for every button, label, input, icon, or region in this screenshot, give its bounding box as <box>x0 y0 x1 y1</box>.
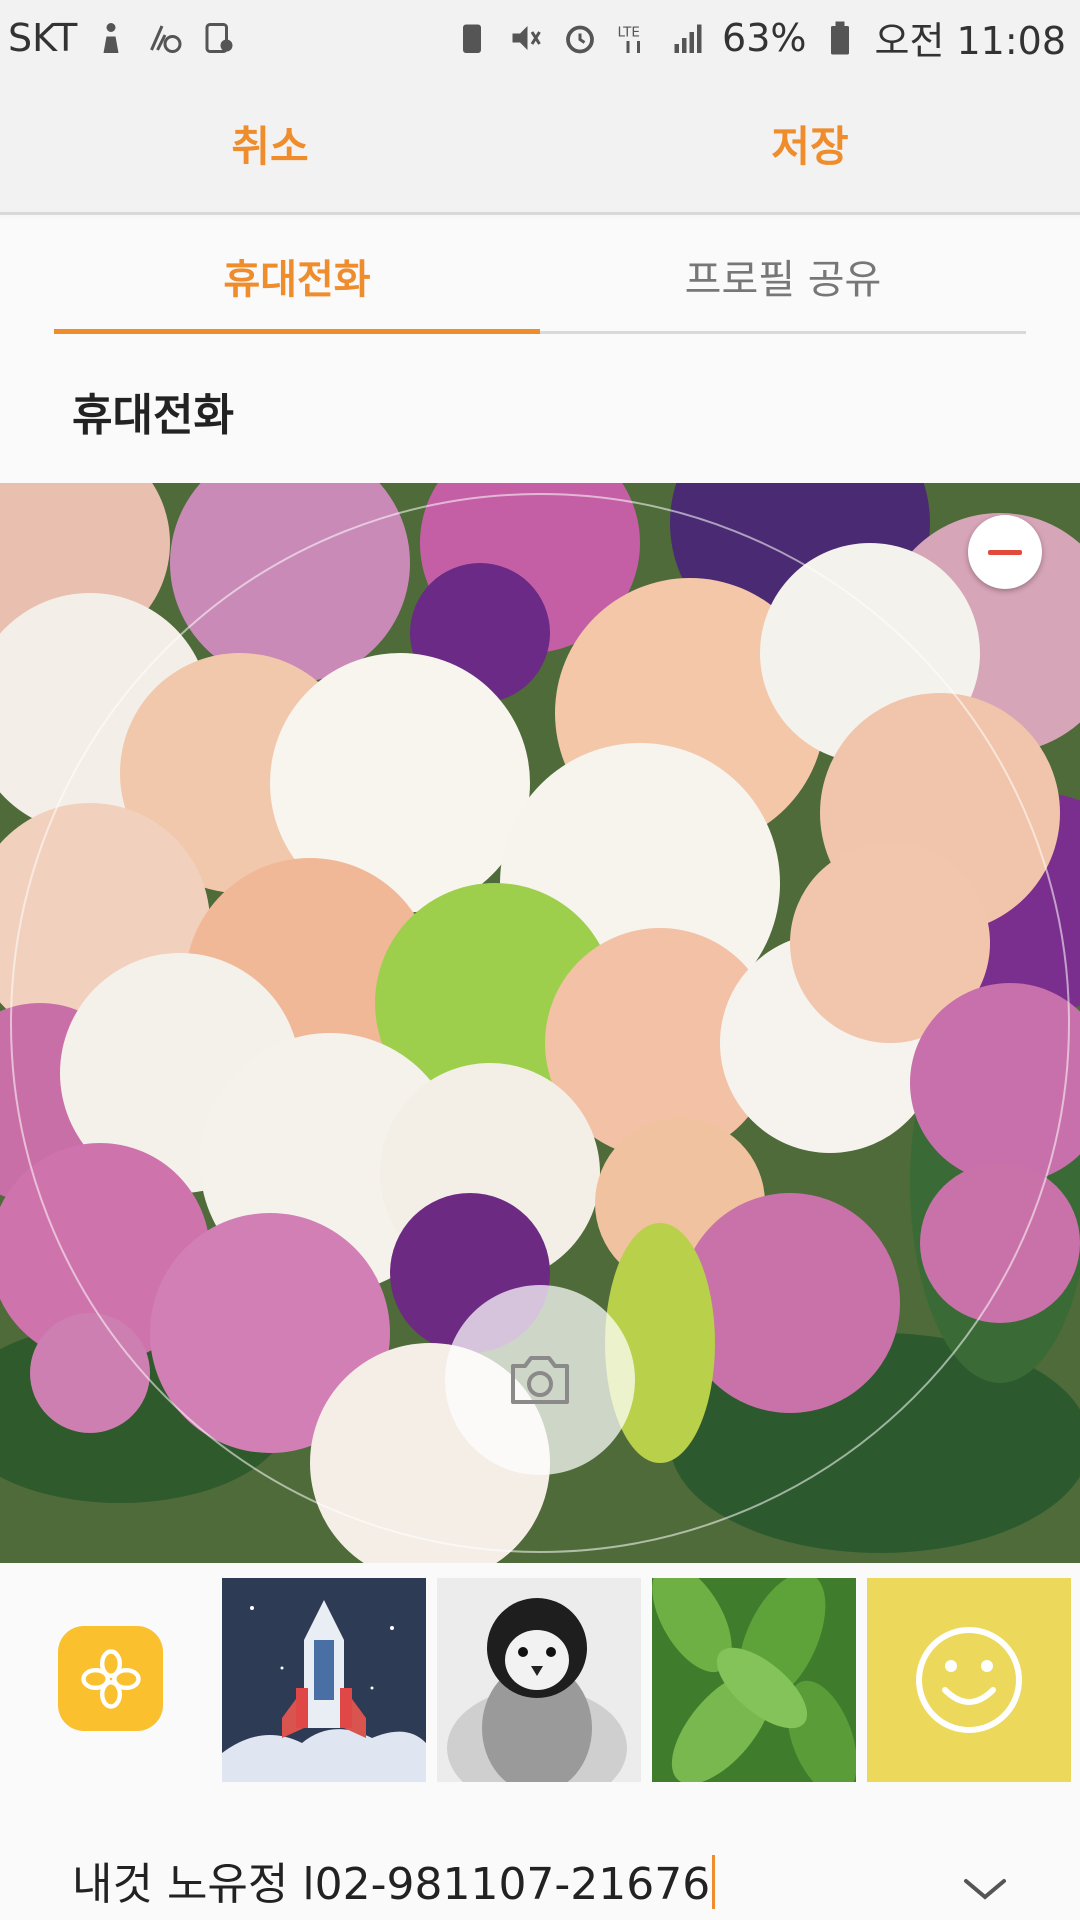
signal-icon <box>668 18 708 58</box>
photo-picker <box>0 1563 1080 1788</box>
text-cursor <box>712 1855 716 1909</box>
save-button[interactable]: 저장 <box>540 75 1080 212</box>
camera-button[interactable] <box>445 1285 635 1475</box>
leaves-image[interactable] <box>652 1578 856 1782</box>
remove-photo-button[interactable] <box>968 515 1042 589</box>
silhouette-icon <box>91 18 131 58</box>
wifi-call-icon <box>145 18 185 58</box>
section-title: 휴대전화 <box>0 338 1080 483</box>
name-input-value[interactable]: 내것 노유정 l02-981107-21676 <box>72 1848 716 1912</box>
rocket-image[interactable] <box>222 1578 426 1782</box>
alarm-icon <box>560 18 600 58</box>
penguin-image[interactable] <box>437 1578 641 1782</box>
action-bar: 취소 저장 <box>0 75 1080 215</box>
battery-save-icon <box>452 18 492 58</box>
clock: 오전 11:08 <box>874 19 1066 63</box>
minus-icon <box>988 549 1022 555</box>
contact-photo[interactable] <box>0 483 1080 1563</box>
cancel-button[interactable]: 취소 <box>0 75 540 212</box>
gallery-app-icon[interactable] <box>58 1626 163 1731</box>
carrier-label: SKT <box>8 15 78 60</box>
battery-icon <box>820 18 860 58</box>
tab-phone[interactable]: 휴대전화 <box>54 218 540 333</box>
battery-percent: 63% <box>722 15 807 60</box>
smiley-image[interactable] <box>867 1578 1071 1782</box>
svg-text:LTE: LTE <box>618 24 640 40</box>
chevron-down-icon[interactable] <box>960 1873 1010 1903</box>
name-field[interactable]: 내것 노유정 l02-981107-21676 <box>0 1788 1080 1920</box>
tab-bar: 휴대전화 프로필 공유 <box>0 218 1080 338</box>
mute-icon <box>506 18 546 58</box>
phone-icon <box>199 18 239 58</box>
tab-indicator <box>54 329 540 334</box>
status-bar: SKT LTE 63% 오전 11:08 <box>0 0 1080 75</box>
lte-icon: LTE <box>614 18 654 58</box>
tab-profile-share[interactable]: 프로필 공유 <box>540 218 1026 333</box>
camera-icon <box>511 1356 569 1404</box>
